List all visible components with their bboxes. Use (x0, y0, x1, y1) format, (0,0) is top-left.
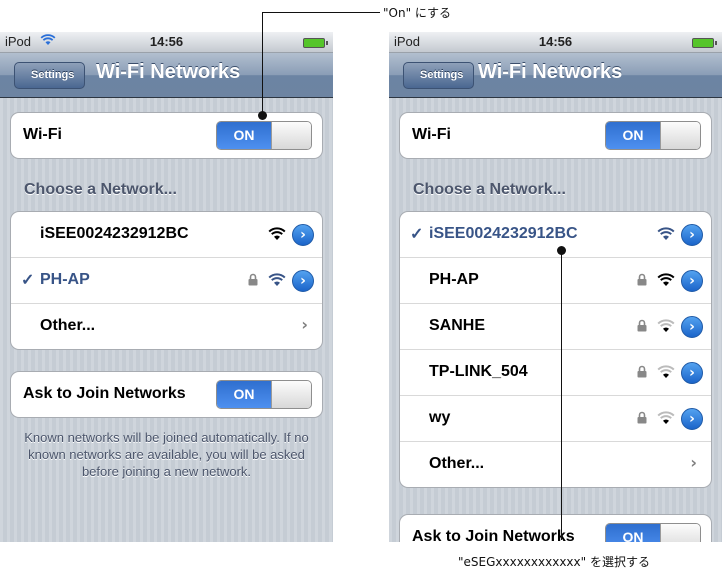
callout-dot (557, 246, 566, 255)
detail-disclosure-icon[interactable]: › (681, 362, 703, 384)
detail-disclosure-icon[interactable]: › (292, 270, 314, 292)
other-label: Other... (429, 455, 485, 472)
wifi-label: Wi-Fi (23, 126, 62, 143)
wifi-row: Wi-Fi ON (400, 113, 711, 158)
wifi-signal-icon (657, 273, 675, 286)
callout-line (262, 12, 380, 13)
ask-to-join-footer: Known networks will be joined automatica… (24, 430, 309, 479)
network-list: ✓ iSEE0024232912BC › PH-AP › SANHE › TP-… (399, 211, 712, 488)
network-row[interactable]: PH-AP › (400, 258, 711, 304)
network-name: wy (429, 409, 451, 426)
ask-to-join-group: Ask to Join Networks ON (399, 514, 712, 542)
network-name: SANHE (429, 317, 486, 334)
choose-network-header: Choose a Network... (24, 181, 177, 198)
wifi-toggle[interactable]: ON (605, 121, 701, 150)
checkmark-icon: ✓ (410, 226, 424, 243)
ask-toggle-on-label: ON (217, 381, 271, 408)
toggle-knob (271, 122, 311, 149)
callout-dot (258, 111, 267, 120)
turn-on-annotation: "On" にする (383, 6, 452, 20)
ask-toggle-on-label: ON (606, 524, 660, 542)
network-name: iSEE0024232912BC (429, 225, 578, 242)
ask-to-join-label: Ask to Join Networks (412, 528, 575, 542)
settings-back-button[interactable]: Settings (403, 62, 475, 89)
ask-to-join-group: Ask to Join Networks ON (10, 371, 323, 418)
detail-disclosure-icon[interactable]: › (292, 224, 314, 246)
toggle-knob (271, 381, 311, 408)
toggle-knob (660, 122, 700, 149)
network-row[interactable]: ✓ PH-AP › (11, 258, 322, 304)
clock: 14:56 (149, 34, 184, 49)
network-row[interactable]: iSEE0024232912BC › (11, 212, 322, 258)
select-network-annotation: "eSEGxxxxxxxxxxxx" を選択する (458, 555, 650, 569)
network-row[interactable]: SANHE › (400, 304, 711, 350)
other-network-row[interactable]: Other... › (11, 304, 322, 349)
lock-icon (637, 411, 647, 424)
status-bar: iPod 14:56 (0, 32, 333, 53)
chevron-right-icon: › (690, 453, 697, 472)
wifi-toggle-on-label: ON (606, 122, 660, 149)
network-row[interactable]: wy › (400, 396, 711, 442)
wifi-toggle-group: Wi-Fi ON (10, 112, 323, 159)
page-title: Wi-Fi Networks (478, 61, 623, 83)
network-name: PH-AP (429, 271, 479, 288)
network-list: iSEE0024232912BC › ✓ PH-AP › Other... › (10, 211, 323, 350)
network-name: iSEE0024232912BC (40, 225, 189, 242)
ask-to-join-row: Ask to Join Networks ON (11, 372, 322, 417)
choose-network-header: Choose a Network... (413, 181, 566, 198)
toggle-knob (660, 524, 700, 542)
callout-line (262, 12, 263, 115)
network-name: PH-AP (40, 271, 90, 288)
network-row[interactable]: TP-LINK_504 › (400, 350, 711, 396)
network-row[interactable]: ✓ iSEE0024232912BC › (400, 212, 711, 258)
detail-disclosure-icon[interactable]: › (681, 224, 703, 246)
wifi-signal-icon (657, 411, 675, 424)
wifi-toggle-on-label: ON (217, 122, 271, 149)
network-name: TP-LINK_504 (429, 363, 528, 380)
ask-to-join-row: Ask to Join Networks ON (400, 515, 711, 542)
callout-line (561, 250, 562, 540)
wifi-label: Wi-Fi (412, 126, 451, 143)
left-phone-screen: iPod 14:56 Settings Wi-Fi Networks Wi-Fi… (0, 32, 333, 542)
checkmark-icon: ✓ (21, 272, 35, 289)
wifi-toggle-group: Wi-Fi ON (399, 112, 712, 159)
wifi-signal-icon (657, 227, 675, 240)
other-network-row[interactable]: Other... › (400, 442, 711, 487)
wifi-toggle[interactable]: ON (216, 121, 312, 150)
detail-disclosure-icon[interactable]: › (681, 408, 703, 430)
battery-icon (692, 38, 717, 48)
navigation-bar: Settings Wi-Fi Networks (389, 53, 722, 98)
wifi-signal-icon (657, 319, 675, 332)
wifi-signal-icon (657, 365, 675, 378)
battery-icon (303, 38, 328, 48)
chevron-right-icon: › (301, 315, 308, 334)
right-phone-screen: iPod 14:56 Settings Wi-Fi Networks Wi-Fi… (389, 32, 722, 542)
clock: 14:56 (538, 34, 573, 49)
page-title: Wi-Fi Networks (96, 61, 241, 83)
ask-to-join-label: Ask to Join Networks (23, 385, 186, 402)
wifi-signal-icon (268, 273, 286, 286)
lock-icon (637, 365, 647, 378)
wifi-row: Wi-Fi ON (11, 113, 322, 158)
lock-icon (637, 319, 647, 332)
detail-disclosure-icon[interactable]: › (681, 316, 703, 338)
other-label: Other... (40, 317, 96, 334)
wifi-signal-icon (268, 227, 286, 240)
settings-back-button[interactable]: Settings (14, 62, 86, 89)
detail-disclosure-icon[interactable]: › (681, 270, 703, 292)
navigation-bar: Settings Wi-Fi Networks (0, 53, 333, 98)
lock-icon (637, 273, 647, 286)
lock-icon (248, 273, 258, 286)
ask-to-join-toggle[interactable]: ON (216, 380, 312, 409)
ask-to-join-toggle[interactable]: ON (605, 523, 701, 542)
status-bar: iPod 14:56 (389, 32, 722, 53)
